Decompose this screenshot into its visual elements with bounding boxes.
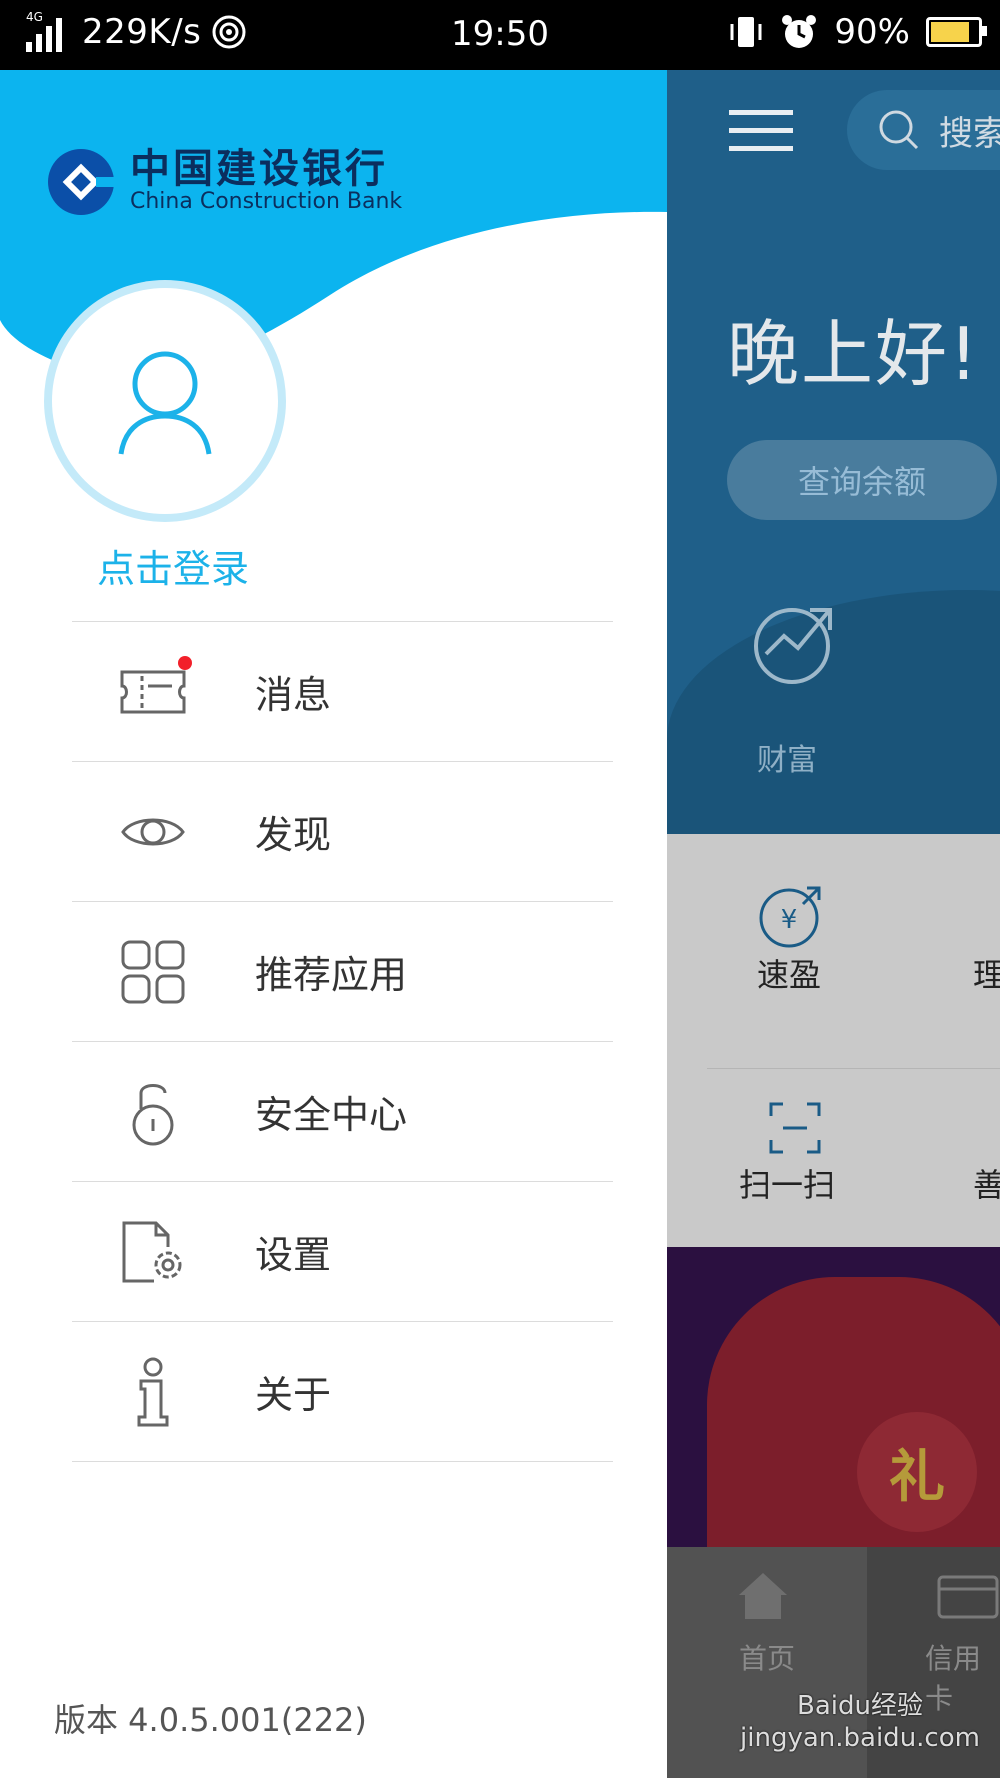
vibrate-icon bbox=[730, 17, 762, 47]
scan-icon[interactable] bbox=[767, 1100, 823, 1156]
menu-item-messages[interactable]: 消息 bbox=[72, 622, 613, 762]
ticket-icon bbox=[118, 657, 188, 727]
menu-item-security-center[interactable]: 安全中心 bbox=[72, 1042, 613, 1182]
unlock-icon bbox=[118, 1077, 188, 1147]
quick-item-li[interactable]: 理 bbox=[973, 950, 1000, 996]
quick-save-icon[interactable]: ¥ bbox=[757, 880, 827, 950]
menu-item-recommended-apps[interactable]: 推荐应用 bbox=[72, 902, 613, 1042]
svg-text:¥: ¥ bbox=[781, 905, 798, 935]
avatar[interactable] bbox=[52, 288, 278, 514]
credit-card-icon[interactable] bbox=[937, 1575, 999, 1619]
alarm-icon bbox=[782, 15, 817, 48]
menu-icon[interactable] bbox=[729, 110, 793, 152]
status-right: 90% bbox=[728, 12, 987, 52]
ccb-logo-icon bbox=[48, 149, 116, 215]
menu-label-security-center: 安全中心 bbox=[255, 1093, 408, 1137]
home-header: 搜索 晚上好! 查询余额 财富 bbox=[667, 70, 1000, 890]
quick-item-suying[interactable]: 速盈 bbox=[757, 950, 821, 996]
greeting-text: 晚上好! bbox=[727, 312, 980, 396]
menu-label-recommended-apps: 推荐应用 bbox=[255, 953, 408, 997]
wealth-chart-icon[interactable] bbox=[752, 600, 838, 686]
quick-divider bbox=[707, 1068, 1000, 1069]
search-icon bbox=[879, 110, 919, 150]
quick-item-scan[interactable]: 扫一扫 bbox=[739, 1160, 835, 1206]
quick-item-shan[interactable]: 善 bbox=[973, 1160, 1000, 1206]
login-link[interactable]: 点击登录 bbox=[97, 538, 249, 593]
settings-document-icon bbox=[118, 1217, 188, 1287]
eye-icon bbox=[118, 797, 188, 867]
user-icon bbox=[118, 351, 212, 455]
menu-label-discover: 发现 bbox=[255, 813, 332, 857]
background-app: 搜索 晚上好! 查询余额 财富 ¥ 速盈 理 扫一扫 善 礼 首页 信用卡 bbox=[667, 70, 1000, 1778]
bank-name-cn: 中国建设银行 bbox=[130, 146, 388, 192]
drawer-menu: 消息 发现 推荐应用 安全中心 设置 关于 bbox=[72, 621, 613, 1462]
search-bar[interactable]: 搜索 bbox=[847, 90, 1000, 170]
menu-item-settings[interactable]: 设置 bbox=[72, 1182, 613, 1322]
home-icon[interactable] bbox=[735, 1569, 791, 1621]
battery-percent: 90% bbox=[834, 12, 910, 52]
search-placeholder: 搜索 bbox=[939, 113, 1000, 154]
menu-label-about: 关于 bbox=[255, 1373, 332, 1417]
menu-label-messages: 消息 bbox=[255, 673, 332, 717]
promo-banner[interactable]: 礼 bbox=[667, 1247, 1000, 1547]
tab-home[interactable]: 首页 bbox=[739, 1637, 795, 1677]
menu-item-about[interactable]: 关于 bbox=[72, 1322, 613, 1462]
unread-badge bbox=[178, 656, 192, 670]
gift-badge: 礼 bbox=[857, 1412, 977, 1532]
bank-name-en: China Construction Bank bbox=[130, 189, 403, 214]
menu-label-settings: 设置 bbox=[255, 1233, 332, 1277]
wealth-label: 财富 bbox=[757, 743, 817, 778]
app-version: 版本 4.0.5.001(222) bbox=[54, 1701, 367, 1739]
watermark: Baidu经验 jingyan.baidu.com bbox=[740, 1691, 980, 1753]
grid-apps-icon bbox=[118, 937, 188, 1007]
status-bar: 4G 229K/s 19:50 90% bbox=[0, 0, 1000, 70]
battery-icon bbox=[926, 17, 987, 47]
bank-logo: 中国建设银行 China Construction Bank bbox=[46, 147, 402, 217]
check-balance-button[interactable]: 查询余额 bbox=[727, 440, 997, 520]
navigation-drawer: 中国建设银行 China Construction Bank 点击登录 消息 发… bbox=[0, 70, 667, 1778]
info-icon bbox=[118, 1357, 188, 1427]
menu-item-discover[interactable]: 发现 bbox=[72, 762, 613, 902]
